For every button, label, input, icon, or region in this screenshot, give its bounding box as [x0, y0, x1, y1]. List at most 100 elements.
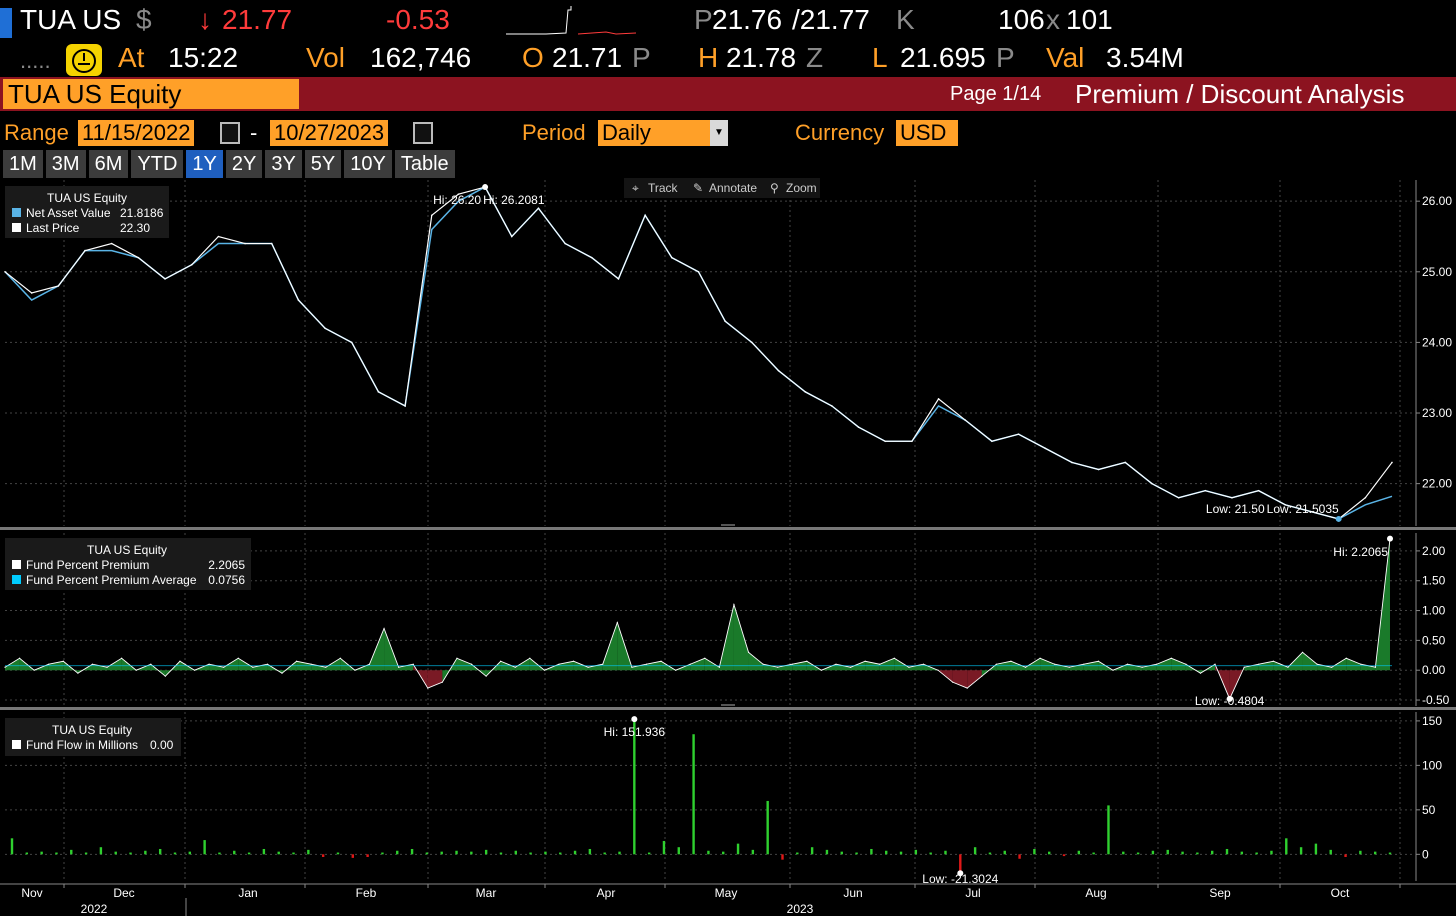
value-label: Val	[1046, 42, 1085, 73]
bid-size: 106	[998, 4, 1045, 35]
premium-point	[835, 663, 837, 665]
low-nav-label: Low: 21.5035	[1267, 502, 1339, 516]
range-dash: -	[250, 120, 258, 145]
x-tick-label: Mar	[476, 886, 497, 900]
chevron-down-icon[interactable]: ▼	[710, 120, 728, 146]
fund-flow-bar	[544, 851, 547, 855]
open-value: 21.71	[552, 42, 623, 73]
y-tick-label: 1.00	[1422, 604, 1446, 618]
price-point	[724, 320, 726, 323]
price-point	[137, 256, 140, 259]
price-point	[591, 256, 593, 259]
price-point	[857, 426, 860, 428]
gauge-icon[interactable]	[66, 44, 102, 76]
calendar-icon[interactable]	[413, 122, 433, 144]
fund-flow-bar	[603, 852, 606, 855]
x-tick-label: Jan	[238, 886, 257, 900]
range-button-table[interactable]: Table	[394, 150, 455, 178]
legend-value-premium: 2.2065	[208, 558, 245, 572]
fund-flow-bar	[1048, 851, 1051, 855]
currency-input[interactable]: USD	[896, 120, 958, 146]
y-tick-label: 1.50	[1422, 574, 1446, 588]
fund-flow-bar	[796, 852, 799, 855]
controls-row: Range 11/15/2022 - 10/27/2023 Period Dai…	[0, 116, 1456, 150]
price-point	[1097, 468, 1100, 471]
premium-point	[441, 681, 443, 683]
low-price-label: Low: 21.50	[1206, 502, 1265, 516]
premium-point	[1068, 666, 1070, 668]
price-point	[697, 270, 700, 273]
premium-point	[48, 663, 50, 665]
fund-flow-bar	[514, 850, 517, 855]
legend-title: TUA US Equity	[87, 543, 167, 557]
security-field[interactable]: TUA US Equity	[3, 79, 299, 109]
ask-exchange: K	[896, 4, 915, 35]
tool-track[interactable]: Track	[648, 181, 679, 195]
price-point	[1177, 496, 1180, 499]
fund-flow-bar	[484, 849, 488, 855]
flow-low-label: Low: -21.3024	[922, 872, 998, 886]
fund-flow-bar	[203, 840, 206, 855]
premium-area-segment	[1346, 658, 1361, 671]
fund-flow-bar	[247, 852, 251, 855]
pane-divider	[0, 527, 1456, 530]
range-button-3y[interactable]: 3Y	[265, 150, 302, 178]
down-arrow-icon: ↓	[198, 4, 212, 35]
price-point	[1257, 489, 1260, 492]
fund-flow-bar	[381, 852, 384, 855]
nav-series-line	[4, 186, 1393, 520]
period-select[interactable]: Daily	[598, 120, 710, 146]
price-point	[217, 235, 220, 238]
range-button-1m[interactable]: 1M	[3, 150, 43, 178]
premium-point	[1126, 663, 1129, 665]
fund-flow-bar	[1122, 851, 1125, 855]
range-button-2y[interactable]: 2Y	[225, 150, 263, 178]
premium-point	[1301, 651, 1304, 653]
more-dots[interactable]: .....	[20, 48, 51, 74]
range-button-6m[interactable]: 6M	[88, 150, 129, 178]
y-tick-label: 50	[1422, 803, 1436, 817]
premium-point	[1170, 657, 1172, 659]
high-marker	[631, 716, 638, 723]
fund-flow-bar	[529, 852, 532, 855]
premium-point	[470, 663, 473, 665]
premium-point	[281, 672, 283, 674]
low-marker	[1335, 515, 1342, 522]
range-button-1y[interactable]: 1Y	[186, 150, 223, 178]
ticker-symbol[interactable]: TUA US	[20, 4, 121, 36]
legend-swatch-flow	[12, 740, 21, 749]
premium-point	[645, 663, 648, 665]
price-series-line	[4, 186, 1393, 520]
y-tick-label: -0.50	[1422, 693, 1450, 707]
premium-point	[1287, 666, 1289, 668]
premium-point	[150, 663, 152, 665]
fund-flow-bar	[455, 850, 458, 855]
range-button-3m[interactable]: 3M	[45, 150, 86, 178]
premium-area-segment	[1171, 658, 1186, 671]
start-date-input[interactable]: 11/15/2022	[78, 120, 195, 146]
premium-point	[849, 666, 852, 668]
currency-label: Currency	[795, 120, 885, 145]
page-title: Premium / Discount Analysis	[1075, 79, 1405, 109]
premium-point	[310, 663, 312, 665]
price-point	[4, 270, 6, 273]
fund-flow-bar	[336, 852, 340, 855]
x-tick-label: Apr	[597, 886, 616, 900]
calendar-icon[interactable]	[220, 122, 240, 144]
range-button-10y[interactable]: 10Y	[344, 150, 392, 178]
traded-value: 3.54M	[1106, 42, 1184, 73]
range-button-5y[interactable]: 5Y	[304, 150, 342, 178]
legend-label-flow: Fund Flow in Millions	[26, 738, 138, 752]
fund-flow-bar	[1225, 848, 1229, 855]
open-label: O	[522, 42, 544, 73]
range-button-ytd[interactable]: YTD	[131, 150, 184, 178]
premium-discount-chart[interactable]: ⌖ Track ✎ Annotate ⚲ Zoom 22.00 23.00 24.00 25.00…	[0, 176, 1456, 916]
time-label: At	[118, 42, 145, 73]
fund-flow-bar	[173, 852, 177, 855]
fund-flow-bar	[144, 850, 147, 855]
tool-zoom[interactable]: Zoom	[786, 181, 817, 195]
fund-flow-bar	[1003, 850, 1006, 855]
price-point	[84, 249, 86, 252]
tool-annotate[interactable]: Annotate	[709, 181, 757, 195]
end-date-input[interactable]: 10/27/2023	[270, 120, 389, 146]
